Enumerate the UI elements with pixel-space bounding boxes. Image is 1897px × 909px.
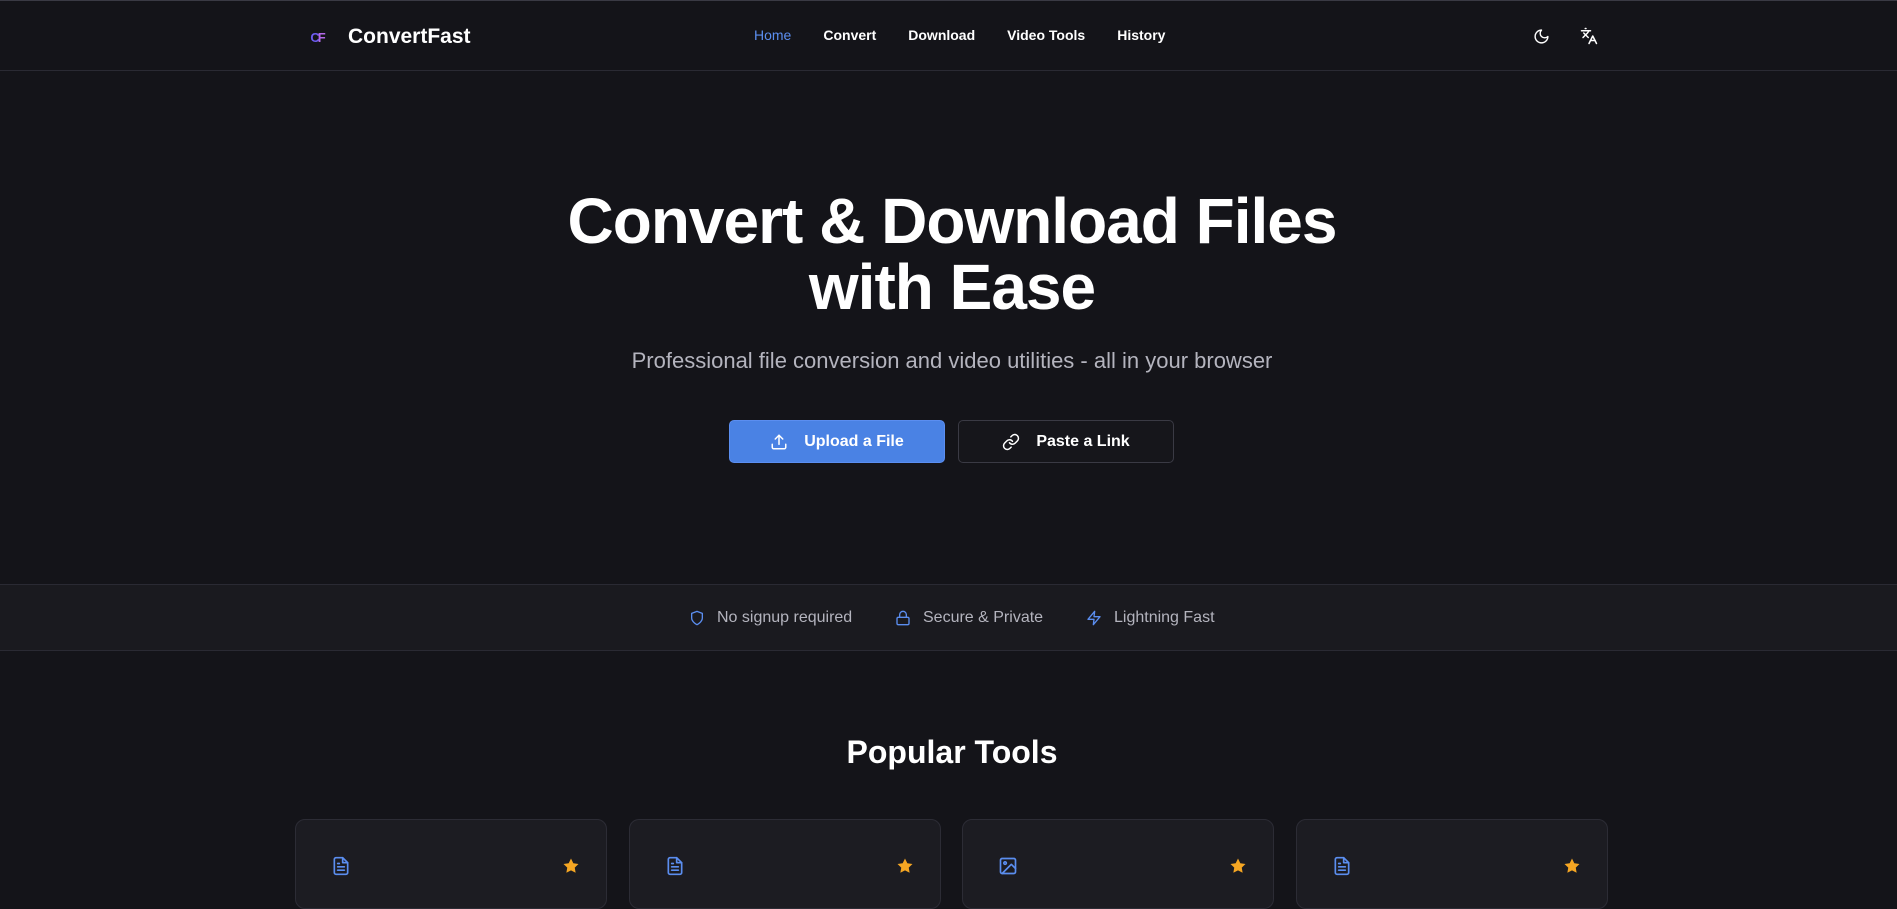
hero-title-line-2: with Ease: [808, 251, 1096, 323]
main-nav: Home Convert Download Video Tools Histor…: [754, 27, 1165, 43]
brand-logo[interactable]: CF ConvertFast: [305, 25, 471, 49]
document-icon: [1334, 856, 1350, 876]
document-icon: [667, 856, 683, 876]
nav-download[interactable]: Download: [908, 27, 975, 43]
hero-title: Convert & Download Files with Ease: [0, 188, 1897, 320]
nav-convert[interactable]: Convert: [823, 27, 876, 43]
document-icon: [333, 856, 349, 876]
nav-video-tools[interactable]: Video Tools: [1007, 27, 1085, 43]
logo-mark-icon: CF: [305, 26, 329, 48]
tool-card[interactable]: [1296, 819, 1608, 909]
nav-history[interactable]: History: [1117, 27, 1165, 43]
tool-card[interactable]: [629, 819, 941, 909]
tool-card[interactable]: [962, 819, 1274, 909]
upload-file-button[interactable]: Upload a File: [729, 420, 945, 463]
feature-no-signup: No signup required: [689, 609, 852, 627]
image-icon: [999, 857, 1017, 875]
upload-icon: [771, 434, 787, 449]
feature-secure: Secure & Private: [895, 609, 1043, 627]
logo-letter-f: F: [317, 29, 326, 45]
link-icon: [1003, 433, 1020, 450]
hero-subtitle: Professional file conversion and video u…: [631, 348, 1273, 373]
tool-card[interactable]: [295, 819, 607, 909]
popular-tools-title: Popular Tools: [846, 734, 1058, 770]
nav-home[interactable]: Home: [754, 27, 791, 43]
site-header: CF ConvertFast Home Convert Download Vid…: [0, 1, 1897, 71]
star-icon[interactable]: [1563, 857, 1581, 875]
feature-strip: No signup required Secure & Private Ligh…: [0, 584, 1897, 651]
translate-icon[interactable]: [1578, 25, 1600, 47]
upload-file-label: Upload a File: [804, 432, 904, 450]
star-icon[interactable]: [896, 857, 914, 875]
feature-label: No signup required: [717, 609, 853, 626]
star-icon[interactable]: [1229, 857, 1247, 875]
feature-label: Lightning Fast: [1114, 609, 1215, 626]
paste-link-label: Paste a Link: [1036, 432, 1130, 450]
hero-title-line-1: Convert & Download Files: [567, 185, 1338, 257]
feature-fast: Lightning Fast: [1086, 609, 1215, 627]
logo-letter-c: C: [310, 29, 320, 45]
star-icon[interactable]: [562, 857, 580, 875]
shield-icon: [691, 610, 703, 626]
paste-link-button[interactable]: Paste a Link: [958, 420, 1174, 463]
feature-label: Secure & Private: [923, 609, 1044, 626]
brand-name: ConvertFast: [348, 25, 471, 48]
moon-icon[interactable]: [1530, 25, 1552, 47]
lightning-icon: [1087, 610, 1101, 626]
lock-icon: [896, 610, 910, 626]
